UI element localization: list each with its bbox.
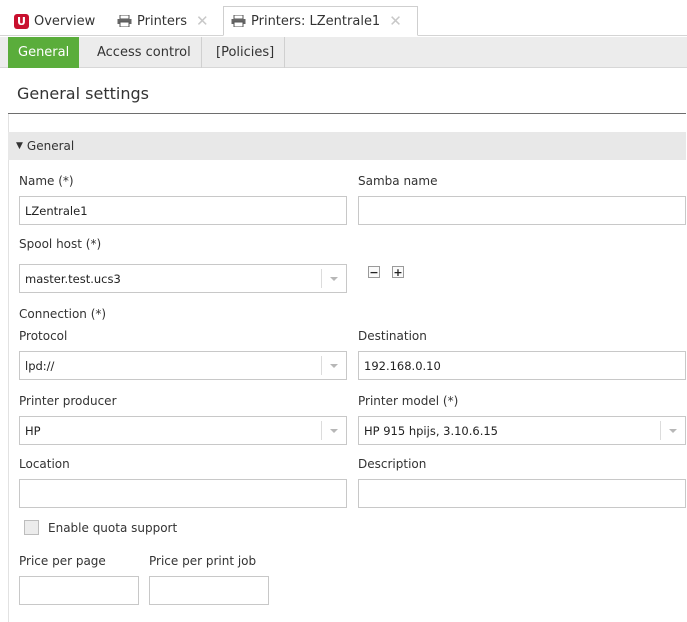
- protocol-value: lpd://: [25, 358, 55, 373]
- subtab-general[interactable]: General: [8, 37, 80, 68]
- printer-producer-select[interactable]: HP: [19, 416, 347, 445]
- name-label: Name (*): [19, 174, 74, 188]
- tab-printers[interactable]: Printers ✕: [117, 6, 209, 36]
- printer-model-label: Printer model (*): [358, 394, 459, 408]
- printer-model-value: HP 915 hpijs, 3.10.6.15: [364, 423, 498, 438]
- tab-bar: U Overview Printers ✕ Printers: LZentral…: [0, 0, 687, 36]
- chevron-down-icon[interactable]: [321, 356, 346, 375]
- connection-label: Connection (*): [19, 307, 107, 321]
- chevron-down-icon[interactable]: [321, 269, 346, 288]
- location-input[interactable]: [19, 479, 347, 508]
- printer-producer-label: Printer producer: [19, 394, 117, 408]
- section-header-general[interactable]: ▼ General: [8, 132, 686, 160]
- name-value: LZentrale1: [25, 203, 88, 218]
- name-input[interactable]: LZentrale1: [19, 196, 347, 225]
- expand-arrow-icon: ▼: [16, 141, 23, 151]
- description-input[interactable]: [358, 479, 686, 508]
- price-per-page-input[interactable]: [19, 576, 139, 605]
- content-border: [8, 114, 9, 622]
- quota-label: Enable quota support: [48, 521, 178, 535]
- printer-model-select[interactable]: HP 915 hpijs, 3.10.6.15: [358, 416, 686, 445]
- protocol-select[interactable]: lpd://: [19, 351, 347, 380]
- add-button[interactable]: +: [392, 266, 404, 278]
- printer-producer-value: HP: [25, 423, 41, 438]
- protocol-label: Protocol: [19, 329, 68, 343]
- samba-name-input[interactable]: [358, 196, 686, 225]
- tab-printer-label: Printers: LZentrale1: [251, 13, 381, 29]
- sub-tab-bar: General Access control [Policies]: [0, 37, 687, 68]
- chevron-down-icon[interactable]: [660, 421, 685, 440]
- spool-host-select[interactable]: master.test.ucs3: [19, 264, 347, 293]
- price-per-job-label: Price per print job: [149, 554, 257, 568]
- destination-input[interactable]: 192.168.0.10: [358, 351, 686, 380]
- ucs-logo-icon: U: [14, 13, 29, 29]
- destination-value: 192.168.0.10: [364, 358, 441, 373]
- tab-overview-label: Overview: [34, 13, 96, 29]
- close-icon[interactable]: ✕: [389, 12, 402, 30]
- tab-printers-label: Printers: [137, 13, 188, 29]
- chevron-down-icon[interactable]: [321, 421, 346, 440]
- location-label: Location: [19, 457, 70, 471]
- close-icon[interactable]: ✕: [196, 12, 209, 30]
- quota-checkbox[interactable]: [24, 520, 39, 535]
- section-title: General: [26, 139, 75, 153]
- destination-label: Destination: [358, 329, 427, 343]
- printer-icon: [231, 15, 246, 27]
- subtab-access-control[interactable]: Access control: [87, 37, 202, 68]
- remove-button[interactable]: −: [368, 266, 380, 278]
- tab-overview[interactable]: U Overview: [14, 6, 95, 36]
- page-title: General settings: [17, 84, 149, 103]
- samba-name-label: Samba name: [358, 174, 438, 188]
- subtab-policies[interactable]: [Policies]: [206, 37, 286, 68]
- printer-icon: [117, 15, 132, 27]
- spool-host-value: master.test.ucs3: [25, 271, 121, 286]
- description-label: Description: [358, 457, 427, 471]
- spool-host-label: Spool host (*): [19, 237, 102, 251]
- title-divider: [8, 113, 686, 114]
- price-per-page-label: Price per page: [19, 554, 106, 568]
- tab-printer-lzentrale1[interactable]: Printers: LZentrale1 ✕: [223, 6, 418, 36]
- price-per-job-input[interactable]: [149, 576, 269, 605]
